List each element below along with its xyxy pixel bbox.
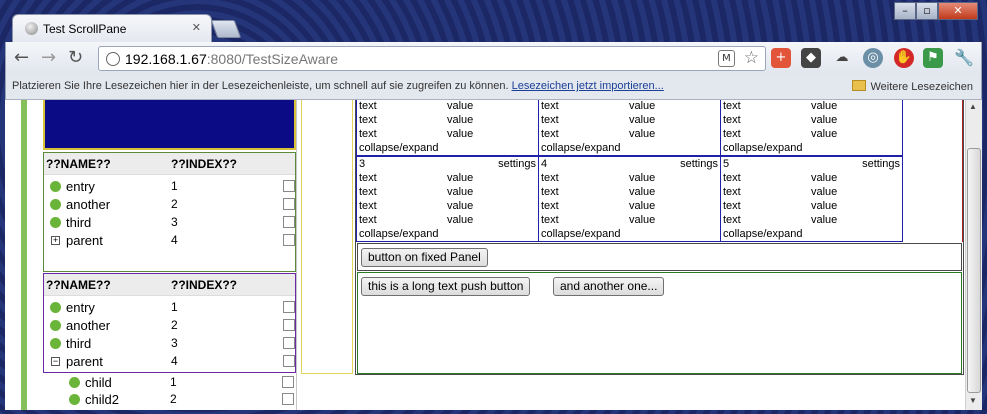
settings-card: text value text value text value collapse/e… [356, 100, 539, 156]
tree-row[interactable]: entry 1 [44, 177, 295, 195]
tree-row[interactable]: − parent 4 [44, 352, 295, 370]
maximize-button[interactable]: ▫ [916, 2, 938, 20]
settings-card: text value text value text value collapse/e… [538, 100, 721, 156]
url-text[interactable]: 192.168.1.67:8080/TestSizeAware [125, 51, 338, 67]
leaf-node-icon [50, 302, 61, 313]
tree-row-child[interactable]: child2 2 [43, 390, 296, 408]
cloud-icon[interactable]: ☁ [832, 48, 852, 68]
stop-extension-icon[interactable]: ✋ [894, 48, 914, 68]
row-checkbox[interactable] [283, 355, 295, 367]
import-bookmarks-link[interactable]: Lesezeichen jetzt importieren... [512, 80, 664, 92]
leaf-node-icon [50, 181, 61, 192]
row-checkbox[interactable] [283, 337, 295, 349]
tree-row[interactable]: another 2 [44, 316, 295, 334]
collapse-expand-link[interactable]: collapse/expand [359, 228, 439, 240]
reload-icon[interactable]: ↻ [68, 48, 83, 68]
fixed-panel-button[interactable]: button on fixed Panel [361, 248, 488, 267]
column-header-name[interactable]: ??NAME?? [46, 157, 111, 171]
column-header-index[interactable]: ??INDEX?? [171, 278, 237, 292]
browser-window: Test ScrollPane ✕ – ▫ ✕ ← → ↻ 192.168.1.… [0, 0, 987, 414]
back-arrow-icon[interactable]: ← [14, 48, 29, 68]
leaf-node-icon [69, 377, 80, 388]
new-tab-button[interactable] [210, 20, 242, 38]
button-panel: this is a long text push button and anot… [357, 272, 962, 374]
tree-row-child[interactable]: child 1 [43, 373, 296, 391]
tree-row[interactable]: third 3 [44, 213, 295, 231]
row-checkbox[interactable] [283, 180, 295, 192]
expand-icon[interactable]: + [51, 236, 60, 245]
another-button[interactable]: and another one... [553, 277, 665, 296]
page-viewport: ??NAME?? ??INDEX?? entry 1 another 2 third… [5, 100, 982, 410]
tab-favicon-icon [25, 22, 38, 35]
tree-row[interactable]: entry 1 [44, 298, 295, 316]
other-bookmarks-button[interactable]: Weitere Lesezeichen [852, 80, 973, 93]
row-checkbox[interactable] [283, 234, 295, 246]
tree-row[interactable]: + parent 4 [44, 231, 295, 249]
row-checkbox[interactable] [283, 216, 295, 228]
collapse-icon[interactable]: − [51, 357, 60, 366]
green-side-strip [21, 100, 27, 410]
page-icon [106, 52, 120, 66]
settings-card: 3 settings text value text value text value … [356, 156, 539, 242]
tab-close-icon[interactable]: ✕ [192, 21, 201, 34]
settings-link[interactable]: settings [862, 158, 900, 170]
leaf-node-icon [50, 338, 61, 349]
add-plus-icon[interactable]: + [771, 48, 791, 68]
circle-extension-icon[interactable]: ◎ [863, 48, 883, 68]
column-header-name[interactable]: ??NAME?? [46, 278, 111, 292]
long-text-push-button[interactable]: this is a long text push button [361, 277, 531, 296]
tree-table-1: ??NAME?? ??INDEX?? entry 1 another 2 third… [43, 152, 296, 272]
collapse-expand-link[interactable]: collapse/expand [723, 228, 803, 240]
leaf-node-icon [50, 217, 61, 228]
minimize-button[interactable]: – [894, 2, 916, 20]
settings-card: 4 settings text value text value text value … [538, 156, 721, 242]
browser-tab[interactable]: Test ScrollPane ✕ [12, 14, 212, 42]
tree-table-2: ??NAME?? ??INDEX?? entry 1 another 2 third… [43, 273, 296, 373]
flag-extension-icon[interactable]: ⚑ [923, 48, 943, 68]
bookmarks-message: Platzieren Sie Ihre Lesezeichen hier in … [12, 80, 664, 92]
address-bar[interactable]: 192.168.1.67:8080/TestSizeAware M ☆ [98, 46, 766, 71]
collapse-expand-link[interactable]: collapse/expand [723, 142, 803, 154]
leaf-node-icon [69, 394, 80, 405]
tab-title: Test ScrollPane [43, 22, 127, 36]
row-checkbox[interactable] [283, 301, 295, 313]
tree-row[interactable]: another 2 [44, 195, 295, 213]
tree-header: ??NAME?? ??INDEX?? [44, 153, 295, 175]
divider [296, 100, 297, 410]
extension-icon[interactable]: M [718, 50, 735, 67]
collapse-expand-link[interactable]: collapse/expand [541, 142, 621, 154]
browser-toolbar: ← → ↻ 192.168.1.67:8080/TestSizeAware M … [5, 42, 982, 74]
settings-link[interactable]: settings [680, 158, 718, 170]
extension-dark-icon[interactable]: ◆ [801, 48, 821, 68]
collapse-expand-link[interactable]: collapse/expand [359, 142, 439, 154]
close-window-button[interactable]: ✕ [938, 2, 978, 20]
fixed-panel: button on fixed Panel [357, 243, 962, 271]
row-checkbox[interactable] [282, 393, 294, 405]
settings-link[interactable]: settings [498, 158, 536, 170]
wrench-icon[interactable]: 🔧 [954, 48, 974, 68]
collapse-expand-link[interactable]: collapse/expand [541, 228, 621, 240]
settings-card: 5 settings text value text value text value … [720, 156, 903, 242]
forward-arrow-icon[interactable]: → [41, 48, 56, 68]
blue-panel [43, 100, 296, 150]
leaf-node-icon [50, 199, 61, 210]
vertical-scrollbar[interactable]: ▲ ▼ [965, 100, 982, 410]
tree-header: ??NAME?? ??INDEX?? [44, 274, 295, 296]
row-checkbox[interactable] [282, 376, 294, 388]
row-checkbox[interactable] [283, 198, 295, 210]
leaf-node-icon [50, 320, 61, 331]
yellow-column-panel [301, 100, 353, 374]
scroll-up-arrow-icon[interactable]: ▲ [969, 102, 977, 111]
scroll-down-arrow-icon[interactable]: ▼ [969, 396, 977, 405]
settings-card: text value text value text value collapse/e… [720, 100, 903, 156]
row-checkbox[interactable] [283, 319, 295, 331]
column-header-index[interactable]: ??INDEX?? [171, 157, 237, 171]
folder-icon [852, 80, 867, 91]
bookmarks-bar: Platzieren Sie Ihre Lesezeichen hier in … [5, 74, 982, 100]
bookmark-star-icon[interactable]: ☆ [744, 48, 759, 68]
tree-row[interactable]: third 3 [44, 334, 295, 352]
scrollbar-thumb[interactable] [967, 148, 981, 393]
